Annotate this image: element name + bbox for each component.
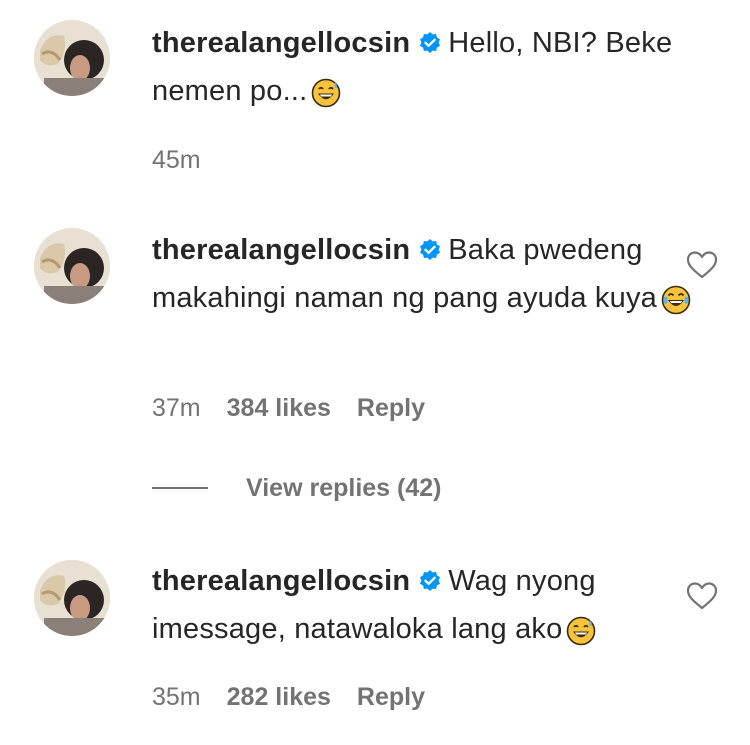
verified-badge-icon — [418, 24, 442, 69]
username[interactable]: therealangellocsin — [152, 565, 410, 597]
heart-outline-icon[interactable] — [686, 250, 718, 280]
grinning-face-with-sweat-icon — [311, 77, 341, 122]
likes-count[interactable]: 384 likes — [227, 394, 331, 423]
likes-count[interactable]: 282 likes — [227, 683, 331, 712]
comment-text: therealangellocsin Wag nyong imessage, na… — [152, 559, 700, 660]
username[interactable]: therealangellocsin — [152, 234, 410, 266]
face-with-tears-of-joy-icon — [661, 284, 691, 329]
comment-meta: 35m 282 likes Reply — [152, 683, 451, 712]
comment-time: 45m — [152, 146, 201, 174]
heart-outline-icon[interactable] — [686, 581, 718, 611]
divider-line — [152, 487, 208, 489]
comment-text: therealangellocsin Baka pwedeng makahingi… — [152, 228, 700, 329]
view-replies-label: View replies (42) — [246, 473, 442, 502]
avatar[interactable] — [34, 20, 110, 96]
verified-badge-icon — [418, 562, 442, 607]
reply-button[interactable]: Reply — [357, 394, 425, 423]
comment-meta: 37m 384 likes Reply — [152, 394, 451, 423]
comment-meta: 45m — [152, 146, 227, 175]
avatar[interactable] — [34, 560, 110, 636]
comment-text: therealangellocsin Hello, NBI? Beke nemen… — [152, 21, 700, 122]
grinning-face-with-sweat-icon — [566, 615, 596, 660]
comment-time: 35m — [152, 683, 201, 711]
avatar[interactable] — [34, 228, 110, 304]
username[interactable]: therealangellocsin — [152, 27, 410, 59]
reply-button[interactable]: Reply — [357, 683, 425, 712]
view-replies-button[interactable]: View replies (42) — [152, 472, 441, 504]
comment-time: 37m — [152, 394, 201, 422]
verified-badge-icon — [418, 231, 442, 276]
